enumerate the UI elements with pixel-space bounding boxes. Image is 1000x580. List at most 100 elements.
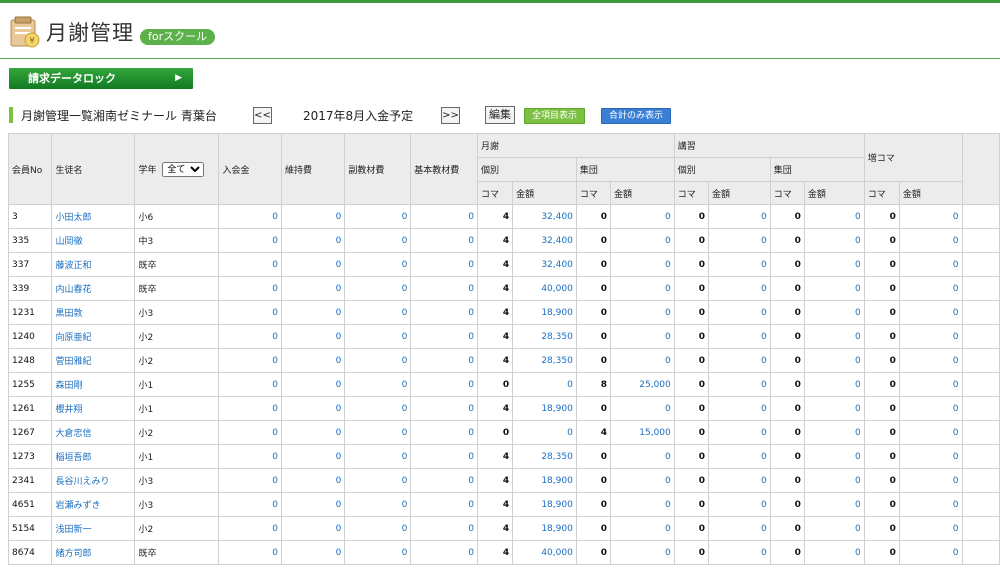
course-individual-amount-cell[interactable]: 0 <box>707 396 771 421</box>
admission-fee-cell[interactable]: 0 <box>218 396 282 421</box>
maintenance-fee-cell[interactable]: 0 <box>280 252 346 277</box>
course-individual-amount-cell[interactable]: 0 <box>707 324 771 349</box>
extra-amount-cell[interactable]: 0 <box>898 492 963 517</box>
sub-material-fee-cell[interactable]: 0 <box>344 516 412 541</box>
tuition-individual-amount-cell[interactable]: 32,400 <box>512 228 577 253</box>
admission-fee-cell[interactable]: 0 <box>218 276 282 301</box>
tuition-individual-amount-cell[interactable]: 0 <box>512 372 577 397</box>
course-group-amount-cell[interactable]: 0 <box>803 516 865 541</box>
admission-fee-cell[interactable]: 0 <box>218 372 282 397</box>
course-group-amount-cell[interactable]: 0 <box>803 324 865 349</box>
tuition-group-amount-cell[interactable]: 0 <box>610 324 675 349</box>
sub-material-fee-cell[interactable]: 0 <box>344 396 412 421</box>
course-individual-amount-cell[interactable]: 0 <box>707 276 771 301</box>
course-individual-amount-cell[interactable]: 0 <box>707 348 771 373</box>
tuition-individual-amount-cell[interactable]: 18,900 <box>512 516 577 541</box>
extra-amount-cell[interactable]: 0 <box>898 324 963 349</box>
admission-fee-cell[interactable]: 0 <box>218 468 282 493</box>
show-totals-only-button[interactable]: 合計のみ表示 <box>601 108 672 124</box>
tuition-individual-amount-cell[interactable]: 28,350 <box>512 444 577 469</box>
admission-fee-cell[interactable]: 0 <box>218 420 282 445</box>
sub-material-fee-cell[interactable]: 0 <box>344 492 412 517</box>
extra-amount-cell[interactable]: 0 <box>898 252 963 277</box>
tuition-group-amount-cell[interactable]: 0 <box>610 396 675 421</box>
sub-material-fee-cell[interactable]: 0 <box>344 252 412 277</box>
tuition-group-amount-cell[interactable]: 0 <box>610 468 675 493</box>
header-admission-fee[interactable]: 入会金 <box>218 133 282 205</box>
course-group-amount-cell[interactable]: 0 <box>803 540 865 565</box>
sub-material-fee-cell[interactable]: 0 <box>344 540 412 565</box>
student-name-link[interactable]: 小田太郎 <box>51 204 136 229</box>
tuition-individual-amount-cell[interactable]: 18,900 <box>512 468 577 493</box>
base-material-fee-cell[interactable]: 0 <box>410 372 478 397</box>
course-individual-amount-cell[interactable]: 0 <box>707 420 771 445</box>
tuition-individual-amount-cell[interactable]: 18,900 <box>512 300 577 325</box>
show-all-columns-button[interactable]: 全項目表示 <box>524 108 586 124</box>
admission-fee-cell[interactable]: 0 <box>218 324 282 349</box>
maintenance-fee-cell[interactable]: 0 <box>280 444 346 469</box>
prev-month-button[interactable]: << <box>253 107 272 124</box>
course-individual-amount-cell[interactable]: 0 <box>707 468 771 493</box>
extra-amount-cell[interactable]: 0 <box>898 228 963 253</box>
sub-material-fee-cell[interactable]: 0 <box>344 372 412 397</box>
student-name-link[interactable]: 黒田敦 <box>51 300 136 325</box>
tuition-individual-amount-cell[interactable]: 18,900 <box>512 396 577 421</box>
maintenance-fee-cell[interactable]: 0 <box>280 396 346 421</box>
header-base-material-fee[interactable]: 基本教材費 <box>410 133 478 205</box>
course-individual-amount-cell[interactable]: 0 <box>707 252 771 277</box>
tuition-individual-amount-cell[interactable]: 40,000 <box>512 276 577 301</box>
sub-material-fee-cell[interactable]: 0 <box>344 204 412 229</box>
maintenance-fee-cell[interactable]: 0 <box>280 228 346 253</box>
student-name-link[interactable]: 岩瀬みずき <box>51 492 136 517</box>
header-maintenance-fee[interactable]: 維持費 <box>280 133 346 205</box>
sub-material-fee-cell[interactable]: 0 <box>344 444 412 469</box>
student-name-link[interactable]: 大倉忠信 <box>51 420 136 445</box>
extra-amount-cell[interactable]: 0 <box>898 204 963 229</box>
base-material-fee-cell[interactable]: 0 <box>410 252 478 277</box>
admission-fee-cell[interactable]: 0 <box>218 252 282 277</box>
billing-data-lock-button[interactable]: 請求データロック ▶ <box>9 68 193 89</box>
tuition-group-amount-cell[interactable]: 0 <box>610 300 675 325</box>
tuition-group-amount-cell[interactable]: 0 <box>610 516 675 541</box>
maintenance-fee-cell[interactable]: 0 <box>280 468 346 493</box>
extra-amount-cell[interactable]: 0 <box>898 396 963 421</box>
sub-material-fee-cell[interactable]: 0 <box>344 468 412 493</box>
admission-fee-cell[interactable]: 0 <box>218 444 282 469</box>
course-individual-amount-cell[interactable]: 0 <box>707 300 771 325</box>
course-group-amount-cell[interactable]: 0 <box>803 420 865 445</box>
base-material-fee-cell[interactable]: 0 <box>410 396 478 421</box>
student-name-link[interactable]: 稲垣吾郎 <box>51 444 136 469</box>
student-name-link[interactable]: 内山春花 <box>51 276 136 301</box>
base-material-fee-cell[interactable]: 0 <box>410 492 478 517</box>
tuition-individual-amount-cell[interactable]: 32,400 <box>512 252 577 277</box>
maintenance-fee-cell[interactable]: 0 <box>280 420 346 445</box>
student-name-link[interactable]: 緒方司郎 <box>51 540 136 565</box>
base-material-fee-cell[interactable]: 0 <box>410 540 478 565</box>
base-material-fee-cell[interactable]: 0 <box>410 420 478 445</box>
header-sub-material-fee[interactable]: 副教材費 <box>344 133 412 205</box>
student-name-link[interactable]: 櫻井翔 <box>51 396 136 421</box>
student-name-link[interactable]: 藤波正和 <box>51 252 136 277</box>
tuition-group-amount-cell[interactable]: 0 <box>610 228 675 253</box>
maintenance-fee-cell[interactable]: 0 <box>280 300 346 325</box>
maintenance-fee-cell[interactable]: 0 <box>280 492 346 517</box>
sub-material-fee-cell[interactable]: 0 <box>344 324 412 349</box>
extra-amount-cell[interactable]: 0 <box>898 444 963 469</box>
student-name-link[interactable]: 向原亜紀 <box>51 324 136 349</box>
student-name-link[interactable]: 菅田雅紀 <box>51 348 136 373</box>
course-group-amount-cell[interactable]: 0 <box>803 204 865 229</box>
tuition-individual-amount-cell[interactable]: 40,000 <box>512 540 577 565</box>
tuition-individual-amount-cell[interactable]: 18,900 <box>512 492 577 517</box>
extra-amount-cell[interactable]: 0 <box>898 540 963 565</box>
admission-fee-cell[interactable]: 0 <box>218 204 282 229</box>
course-group-amount-cell[interactable]: 0 <box>803 228 865 253</box>
tuition-individual-amount-cell[interactable]: 28,350 <box>512 324 577 349</box>
course-group-amount-cell[interactable]: 0 <box>803 372 865 397</box>
student-name-link[interactable]: 森田剛 <box>51 372 136 397</box>
base-material-fee-cell[interactable]: 0 <box>410 324 478 349</box>
course-group-amount-cell[interactable]: 0 <box>803 348 865 373</box>
tuition-group-amount-cell[interactable]: 0 <box>610 204 675 229</box>
tuition-group-amount-cell[interactable]: 0 <box>610 492 675 517</box>
maintenance-fee-cell[interactable]: 0 <box>280 204 346 229</box>
tuition-group-amount-cell[interactable]: 15,000 <box>610 420 675 445</box>
